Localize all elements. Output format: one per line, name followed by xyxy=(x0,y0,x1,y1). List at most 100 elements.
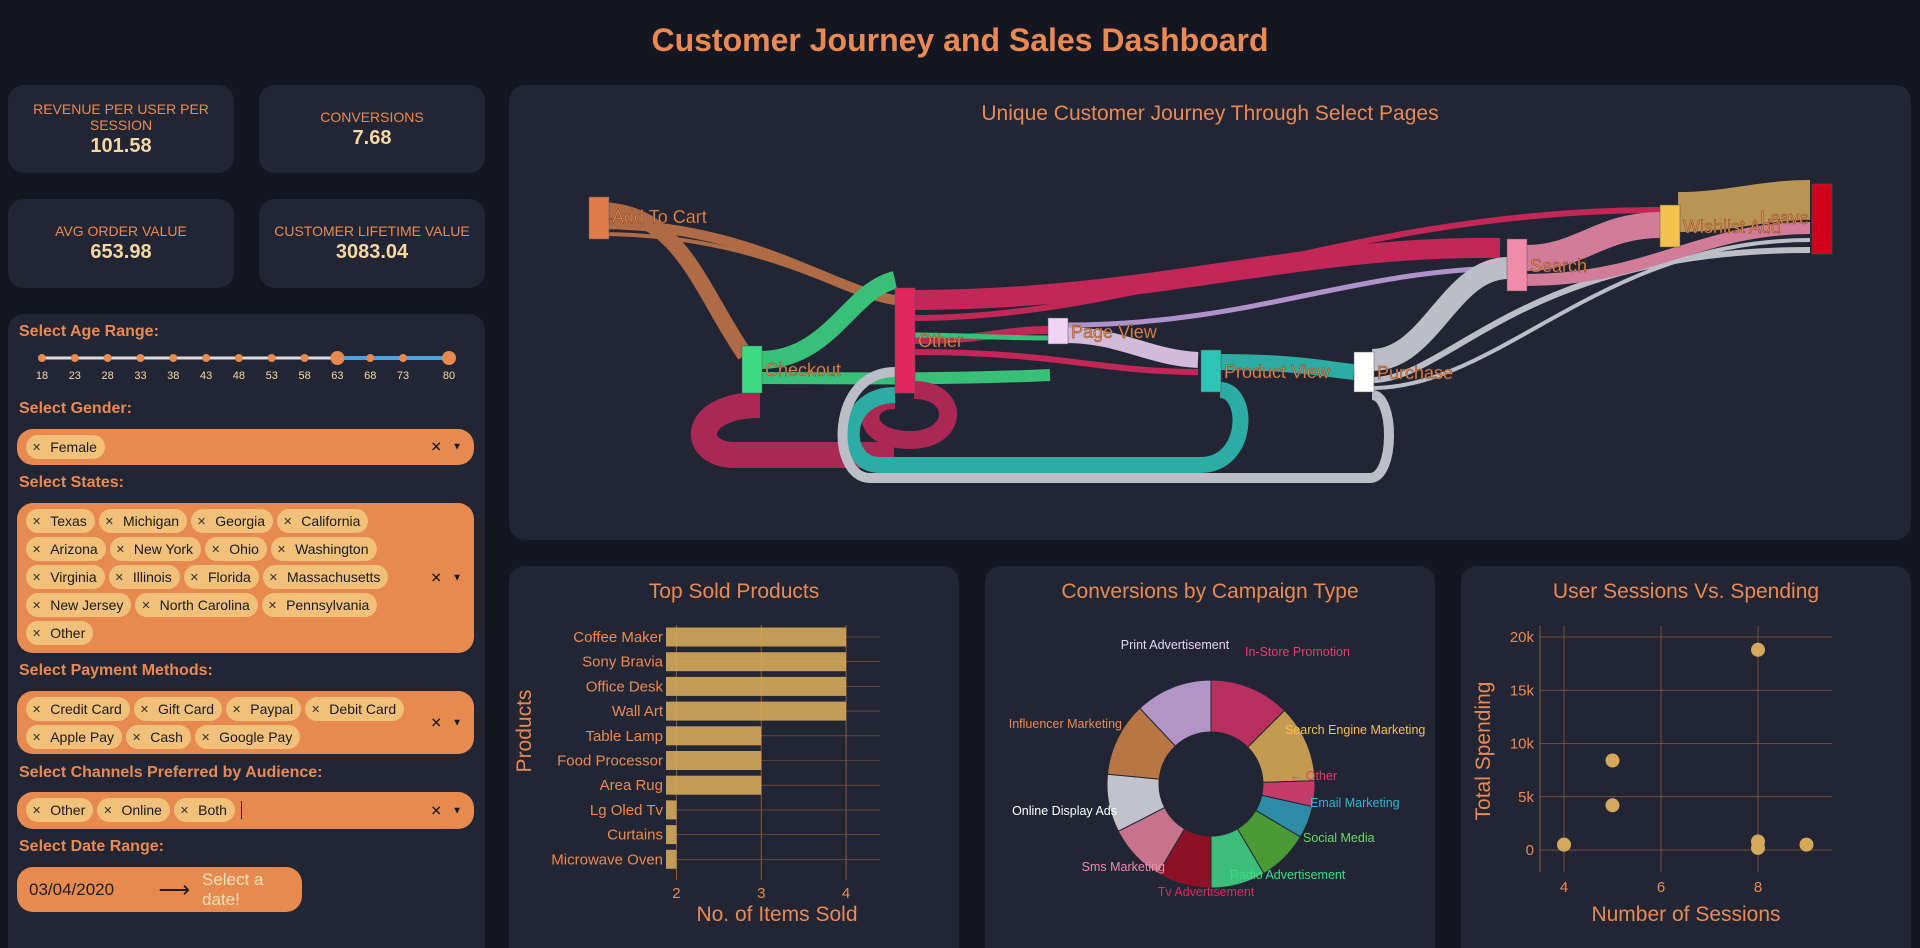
remove-chip-icon[interactable]: ✕ xyxy=(32,543,41,556)
remove-chip-icon[interactable]: ✕ xyxy=(103,804,112,817)
age-range-slider[interactable]: 18 23 28 33 38 43 48 53 58 63 68 73 80 xyxy=(0,342,490,387)
campaign-panel: Conversions by Campaign Type In-Store Pr… xyxy=(985,566,1435,948)
sankey-link xyxy=(1525,212,1661,271)
remove-chip-icon[interactable]: ✕ xyxy=(32,599,41,612)
remove-chip-icon[interactable]: ✕ xyxy=(232,703,241,716)
chip-other[interactable]: ✕ Other xyxy=(26,798,94,822)
remove-chip-icon[interactable]: ✕ xyxy=(32,515,41,528)
chevron-down-icon[interactable]: ▼ xyxy=(452,717,462,728)
remove-chip-icon[interactable]: ✕ xyxy=(277,543,286,556)
chip-massachusetts[interactable]: ✕ Massachusetts xyxy=(262,565,389,589)
remove-chip-icon[interactable]: ✕ xyxy=(268,599,277,612)
remove-chip-icon[interactable]: ✕ xyxy=(105,515,114,528)
chip-arizona[interactable]: ✕ Arizona xyxy=(26,537,106,561)
chip-google-pay[interactable]: ✕ Google Pay xyxy=(194,725,301,749)
chip-both[interactable]: ✕ Both xyxy=(173,798,235,822)
chip-credit-card[interactable]: ✕ Credit Card xyxy=(26,697,130,721)
chip-washington[interactable]: ✕ Washington xyxy=(270,537,377,561)
remove-chip-icon[interactable]: ✕ xyxy=(32,571,41,584)
chip-gift-card[interactable]: ✕ Gift Card xyxy=(133,697,223,721)
chip-georgia[interactable]: ✕ Georgia xyxy=(191,509,274,533)
remove-chip-icon[interactable]: ✕ xyxy=(311,703,320,716)
slider-tick-label: 48 xyxy=(233,370,245,382)
remove-chip-icon[interactable]: ✕ xyxy=(132,731,141,744)
chip-ohio[interactable]: ✕ Ohio xyxy=(205,537,267,561)
chevron-down-icon[interactable]: ▼ xyxy=(452,573,462,584)
chip-cash[interactable]: ✕ Cash xyxy=(126,725,191,749)
sankey-node[interactable] xyxy=(1506,238,1528,292)
chip-virginia[interactable]: ✕ Virginia xyxy=(26,565,105,589)
remove-chip-icon[interactable]: ✕ xyxy=(116,543,125,556)
chip-california[interactable]: ✕ California xyxy=(277,509,369,533)
sankey-node[interactable] xyxy=(1200,349,1222,393)
sankey-node[interactable] xyxy=(588,196,610,240)
age-range-label: Select Age Range: xyxy=(19,323,159,340)
remove-chip-icon[interactable]: ✕ xyxy=(190,571,199,584)
remove-chip-icon[interactable]: ✕ xyxy=(140,703,149,716)
slider-dot xyxy=(234,354,243,362)
clear-icon[interactable]: ✕ xyxy=(430,439,442,456)
y-tick-label: Lg Oled Tv xyxy=(590,802,664,819)
start-date-input[interactable]: 03/04/2020 xyxy=(29,880,144,900)
slider-handle[interactable] xyxy=(330,351,345,365)
chip-michigan[interactable]: ✕ Michigan xyxy=(98,509,188,533)
slider-dot xyxy=(300,354,309,362)
chip-label: Female xyxy=(50,439,97,455)
clear-icon[interactable]: ✕ xyxy=(430,802,442,819)
remove-chip-icon[interactable]: ✕ xyxy=(283,515,292,528)
chip-label: Apple Pay xyxy=(50,729,115,745)
x-tick-label: 2 xyxy=(672,885,680,902)
end-date-input[interactable]: Select a date! xyxy=(202,870,302,910)
chip-texas[interactable]: ✕ Texas xyxy=(26,509,95,533)
chevron-down-icon[interactable]: ▼ xyxy=(452,442,462,453)
sankey-node[interactable] xyxy=(1353,351,1375,393)
sankey-node[interactable] xyxy=(1659,204,1681,248)
slider-handle[interactable] xyxy=(442,351,456,365)
states-select[interactable]: ✕ Texas ✕ Michigan ✕ Georgia ✕ California ✕ Arizo… xyxy=(17,503,474,653)
x-axis-label: No. of Items Sold xyxy=(696,903,857,926)
y-tick-label: Table Lamp xyxy=(585,728,663,745)
chip-paypal[interactable]: ✕ Paypal xyxy=(226,697,302,721)
remove-chip-icon[interactable]: ✕ xyxy=(180,804,189,817)
chip-florida[interactable]: ✕ Florida xyxy=(183,565,259,589)
remove-chip-icon[interactable]: ✕ xyxy=(32,731,41,744)
chip-female[interactable]: ✕ Female xyxy=(26,435,105,459)
remove-chip-icon[interactable]: ✕ xyxy=(269,571,278,584)
slider-tick-label: 58 xyxy=(298,370,310,382)
sankey-node[interactable] xyxy=(741,345,763,394)
remove-chip-icon[interactable]: ✕ xyxy=(141,599,150,612)
remove-chip-icon[interactable]: ✕ xyxy=(197,515,206,528)
y-tick-label: 15k xyxy=(1510,682,1535,699)
clear-icon[interactable]: ✕ xyxy=(430,570,442,587)
remove-chip-icon[interactable]: ✕ xyxy=(32,441,41,454)
sankey-chart[interactable]: Add To Cart Checkout Other Page View Product… xyxy=(509,85,1911,540)
chevron-down-icon[interactable]: ▼ xyxy=(452,805,462,816)
y-tick-label: 10k xyxy=(1510,736,1535,753)
payment-select[interactable]: ✕ Credit Card ✕ Gift Card ✕ Paypal ✕ Debit Card… xyxy=(17,691,474,754)
date-range-picker[interactable]: 03/04/2020 ⟶ Select a date! xyxy=(17,867,302,912)
chip-apple-pay[interactable]: ✕ Apple Pay xyxy=(26,725,123,749)
gender-select[interactable]: ✕ Female ✕ ▼ xyxy=(17,429,474,465)
chip-other[interactable]: ✕ Other xyxy=(26,621,94,645)
remove-chip-icon[interactable]: ✕ xyxy=(201,731,210,744)
sankey-node[interactable] xyxy=(894,287,916,394)
chip-north-carolina[interactable]: ✕ North Carolina xyxy=(135,593,258,617)
chip-illinois[interactable]: ✕ Illinois xyxy=(108,565,180,589)
sankey-node[interactable] xyxy=(1047,317,1069,345)
chip-new-york[interactable]: ✕ New York xyxy=(109,537,202,561)
remove-chip-icon[interactable]: ✕ xyxy=(32,703,41,716)
sankey-panel: Unique Customer Journey Through Select P… xyxy=(509,85,1911,540)
chip-online[interactable]: ✕ Online xyxy=(97,798,170,822)
remove-chip-icon[interactable]: ✕ xyxy=(32,804,41,817)
chip-new-jersey[interactable]: ✕ New Jersey xyxy=(26,593,132,617)
chip-pennsylvania[interactable]: ✕ Pennsylvania xyxy=(261,593,378,617)
scatter-point xyxy=(1605,798,1620,813)
remove-chip-icon[interactable]: ✕ xyxy=(32,627,41,640)
remove-chip-icon[interactable]: ✕ xyxy=(115,571,124,584)
chip-debit-card[interactable]: ✕ Debit Card xyxy=(305,697,405,721)
sankey-link xyxy=(843,382,1249,473)
channels-select[interactable]: ✕ Other ✕ Online ✕ Both ✕ ▼ xyxy=(17,792,474,829)
sankey-node[interactable] xyxy=(1811,183,1833,255)
clear-icon[interactable]: ✕ xyxy=(430,714,442,731)
remove-chip-icon[interactable]: ✕ xyxy=(211,543,220,556)
